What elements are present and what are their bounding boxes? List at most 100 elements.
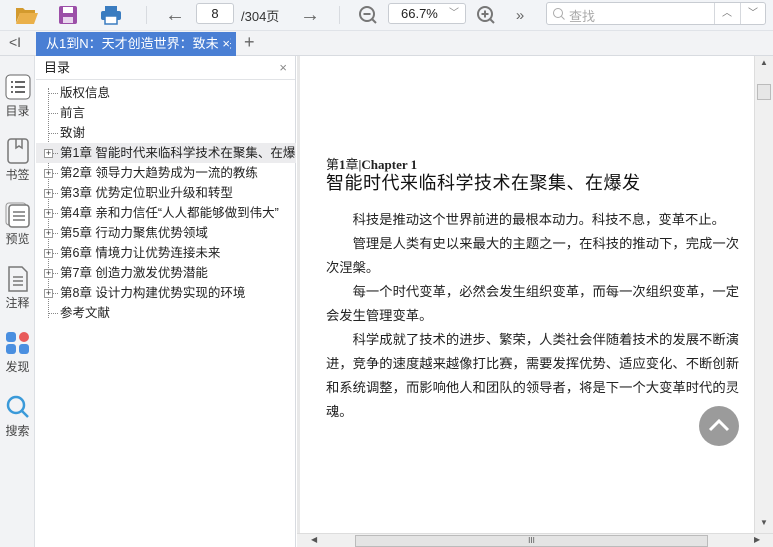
toolbar: ← 8 /304页 → 66.7% ﹀ » 查找 ︿ ﹀ [0,0,773,31]
toc-item[interactable]: + 第5章 行动力聚焦优势领域 [36,223,296,243]
expand-icon[interactable]: + [44,189,53,198]
vertical-scrollbar[interactable]: ▲ ▼ [754,56,773,533]
paragraph: 管理是人类有史以来最大的主题之一，在科技的推动下，完成一次次涅槃。 [326,237,739,276]
toc-item-label: 第2章 领导力大趋势成为一流的教练 [60,166,258,180]
document-page: 第1章|Chapter 1 智能时代来临科学技术在聚集、在爆发 科技是推动这个世… [300,56,754,533]
toc-item[interactable]: 参考文献 [36,303,296,323]
toc-title: 目录 [44,60,71,75]
preview-icon [5,202,30,228]
rail-label: 搜索 [5,424,30,438]
expand-icon[interactable]: + [44,289,53,298]
expand-icon[interactable]: + [44,229,53,238]
rail-bookmarks[interactable]: 书签 [0,138,35,183]
more-tools-button[interactable]: » [510,3,530,27]
find-prev-button[interactable]: ︿ [714,3,739,24]
save-button[interactable] [54,3,82,27]
rail-discover[interactable]: 发现 [0,330,35,375]
open-file-button[interactable] [12,3,42,27]
horizontal-scrollbar[interactable]: ◀ III ▶ [297,533,773,547]
next-page-button[interactable]: → [298,3,322,27]
tab-bar: <I 从1到N：天才创造世界：致未来 × + [0,31,773,56]
paragraph: 每一个时代变革，必然会发生组织变革，而每一次组织变革，一定会发生管理变革。 [326,285,739,324]
back-to-top-button[interactable] [699,406,739,446]
zoom-out-icon [359,6,377,24]
tab-title: 从1到N：天才创造世界：致未来 [46,36,232,51]
collapse-sidebar-button[interactable]: <I [9,34,21,50]
toc-panel: 目录 × 版权信息前言致谢 + 第1章 智能时代来临科学技术在聚集、在爆发 + 第2章 … [36,56,296,547]
expand-icon[interactable]: + [44,149,53,158]
rail-label: 书签 [5,168,30,182]
rail-label: 预览 [5,232,30,246]
print-button[interactable] [96,3,126,27]
zoom-in-icon [477,6,495,24]
side-rail: 目录 书签 预览 注释 发现 搜索 [0,56,35,547]
toc-item[interactable]: + 第6章 情境力让优势连接未来 [36,243,296,263]
toc-item-label: 第6章 情境力让优势连接未来 [60,246,221,260]
toc-item[interactable]: 致谢 [36,123,296,143]
rail-toc[interactable]: 目录 [0,74,35,119]
search-icon [553,8,565,20]
rail-annotations[interactable]: 注释 [0,266,35,311]
toc-item-label: 前言 [60,106,86,120]
rail-preview[interactable]: 预览 [0,202,35,247]
toc-item[interactable]: 前言 [36,103,296,123]
expand-icon[interactable]: + [44,269,53,278]
chevron-down-icon: ﹀ [449,8,459,19]
prev-page-button[interactable]: ← [163,3,187,27]
annotation-icon [7,266,28,292]
close-toc-button[interactable]: × [279,56,287,79]
toc-item-label: 致谢 [60,126,86,140]
toc-item[interactable]: 版权信息 [36,83,296,103]
toc-item-label: 版权信息 [60,86,111,100]
toc-item[interactable]: + 第4章 亲和力信任“人人都能够做到伟大” [36,203,296,223]
expand-icon[interactable]: + [44,209,53,218]
divider [339,6,340,24]
toc-item-label: 第8章 设计力构建优势实现的环境 [60,286,246,300]
toc-item[interactable]: + 第7章 创造力激发优势潜能 [36,263,296,283]
divider [146,6,147,24]
paragraph: 科学成就了技术的进步、繁荣，人类社会伴随着技术的发展不断演进，竞争的速度越来越像… [326,333,739,420]
search-icon [6,395,29,418]
toc-item-label: 第1章 智能时代来临科学技术在聚集、在爆发 [60,146,296,160]
arrow-left-icon: ← [165,3,185,26]
new-tab-button[interactable]: + [244,32,255,53]
toc-item-label: 第7章 创造力激发优势潜能 [60,266,208,280]
page-number-input[interactable]: 8 [196,3,234,24]
chevron-up-icon [708,418,730,432]
toc-item[interactable]: + 第3章 优势定位职业升级和转型 [36,183,296,203]
zoom-in-button[interactable] [474,3,498,27]
zoom-select[interactable]: 66.7% ﹀ [388,3,466,24]
find-next-button[interactable]: ﹀ [740,3,765,24]
arrow-right-icon: → [300,3,320,26]
toc-item-label: 第4章 亲和力信任“人人都能够做到伟大” [60,206,279,220]
rail-search[interactable]: 搜索 [0,394,35,439]
zoom-value: 66.7% [401,6,438,21]
toc-item-label: 第3章 优势定位职业升级和转型 [60,186,233,200]
toc-item-label: 参考文献 [60,306,111,320]
zoom-out-button[interactable] [356,3,380,27]
tab-document[interactable]: 从1到N：天才创造世界：致未来 × [36,32,236,56]
toc-item[interactable]: + 第2章 领导力大趋势成为一流的教练 [36,163,296,183]
search-input[interactable]: 查找 [569,6,595,25]
expand-icon[interactable]: + [44,169,53,178]
bookmark-icon [6,138,29,164]
page-total: /304页 [241,9,280,24]
toc-header: 目录 × [36,56,295,80]
toc-item-label: 第5章 行动力聚焦优势领域 [60,226,208,240]
chapter-title: 智能时代来临科学技术在聚集、在爆发 [326,173,641,194]
toc-item[interactable]: + 第8章 设计力构建优势实现的环境 [36,283,296,303]
discover-icon [5,332,29,354]
paragraph: 科技是推动这个世界前进的最根本动力。科技不息，变革不止。 [352,213,725,228]
save-icon [59,6,77,24]
chapter-body: 科技是推动这个世界前进的最根本动力。科技不息，变革不止。 管理是人类有史以来最大… [326,209,739,425]
toc-item[interactable]: + 第1章 智能时代来临科学技术在聚集、在爆发 [36,143,296,163]
rail-label: 注释 [5,296,30,310]
rail-label: 发现 [5,360,30,374]
document-view: 第1章|Chapter 1 智能时代来临科学技术在聚集、在爆发 科技是推动这个世… [297,56,773,547]
search-box[interactable]: 查找 ︿ ﹀ [546,2,766,25]
expand-icon[interactable]: + [44,249,53,258]
folder-open-icon [16,8,38,24]
close-tab-button[interactable]: × [219,32,230,56]
scroll-thumb[interactable]: III [355,535,708,547]
scroll-thumb[interactable] [757,84,771,100]
